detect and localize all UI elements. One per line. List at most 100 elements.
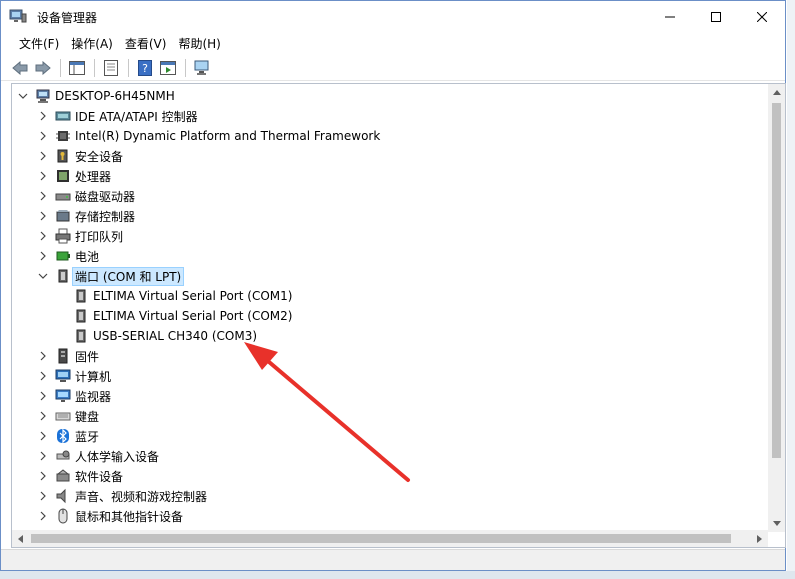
device-label: ELTIMA Virtual Serial Port (COM1) [93,289,293,303]
tree-category-label: 固件 [75,349,100,364]
tree-category-item[interactable]: 人体学输入设备 [37,446,159,466]
device-tree[interactable]: DESKTOP-6H45NMH IDE ATA/ATAPI 控制器 Intel(R… [11,83,786,548]
vertical-scrollbar[interactable] [768,84,785,532]
tree-category-item[interactable]: Intel(R) Dynamic Platform and Thermal Fr… [37,126,380,146]
expand-chevron-icon[interactable] [37,146,49,166]
device-label: USB-SERIAL CH340 (COM3) [93,329,258,343]
battery-icon [55,248,71,264]
tree-device-item[interactable]: USB-SERIAL CH340 (COM3) [73,326,257,346]
scroll-right-arrow-icon[interactable] [751,530,768,547]
security-device-icon [55,148,71,164]
software-device-icon [55,468,71,484]
desktop-background-right [787,0,795,579]
sound-icon [55,488,71,504]
device-manager-window: 设备管理器 文件(F) 操作(A) 查看(V) 帮助(H) ? DESKTOP-… [0,0,786,571]
tree-category-item[interactable]: 蓝牙 [37,426,99,446]
tree-device-item[interactable]: ELTIMA Virtual Serial Port (COM2) [73,306,292,326]
monitor-icon [55,388,71,404]
collapse-chevron-icon[interactable] [17,86,29,106]
properties-button[interactable] [100,57,122,79]
tree-category-label: 软件设备 [75,469,124,484]
tree-category-item[interactable]: 存储控制器 [37,206,135,226]
scan-hardware-button[interactable] [191,57,213,79]
toolbar-separator [128,58,129,77]
tree-category-item[interactable]: 处理器 [37,166,111,186]
back-button[interactable] [9,57,31,79]
keyboard-icon [55,408,71,424]
expand-chevron-icon[interactable] [37,446,49,466]
tree-category-item[interactable]: 固件 [37,346,99,366]
expand-chevron-icon[interactable] [37,346,49,366]
tree-category-item[interactable]: 磁盘驱动器 [37,186,135,206]
tree-category-item[interactable]: 监视器 [37,386,111,406]
title-bar[interactable]: 设备管理器 [1,1,785,32]
expand-chevron-icon[interactable] [37,506,49,526]
menu-help[interactable]: 帮助(H) [172,33,226,54]
tree-category-label: 监视器 [75,389,112,404]
expand-chevron-icon[interactable] [37,226,49,246]
tree-category-item[interactable]: 声音、视频和游戏控制器 [37,486,207,506]
device-label: ELTIMA Virtual Serial Port (COM2) [93,309,293,323]
maximize-button[interactable] [693,1,739,32]
tree-category-item[interactable]: 键盘 [37,406,99,426]
scroll-left-arrow-icon[interactable] [12,530,29,547]
tree-category-item[interactable]: 安全设备 [37,146,123,166]
tree-category-item[interactable]: 电池 [37,246,99,266]
expand-chevron-icon[interactable] [37,126,49,146]
device-manager-app-icon [9,9,27,23]
tree-root[interactable]: DESKTOP-6H45NMH [17,86,175,106]
scroll-up-arrow-icon[interactable] [768,84,785,101]
expand-chevron-icon[interactable] [37,486,49,506]
run-icon [160,60,176,75]
help-button[interactable]: ? [134,57,156,79]
expand-chevron-icon[interactable] [37,386,49,406]
serial-port-icon [73,288,89,304]
tree-category-label: 处理器 [75,169,112,184]
expand-chevron-icon[interactable] [37,406,49,426]
expand-chevron-icon[interactable] [37,366,49,386]
status-bar [1,549,785,570]
port-icon [55,268,71,284]
menu-action[interactable]: 操作(A) [65,33,119,54]
computer-icon [35,88,51,104]
tree-category-item[interactable]: 打印队列 [37,226,123,246]
show-hide-tree-button[interactable] [66,57,88,79]
tree-category-label: IDE ATA/ATAPI 控制器 [75,109,198,124]
help-icon: ? [138,59,152,76]
menu-view[interactable]: 查看(V) [119,33,173,54]
scroll-down-arrow-icon[interactable] [768,515,785,532]
vertical-scroll-thumb[interactable] [772,103,781,458]
taskbar-strip [0,571,795,579]
tree-category-item[interactable]: IDE ATA/ATAPI 控制器 [37,106,198,126]
maximize-icon [711,11,721,22]
tree-category-label: 声音、视频和游戏控制器 [75,489,208,504]
minimize-button[interactable] [647,1,693,32]
tree-category-label: 存储控制器 [75,209,136,224]
expand-chevron-icon[interactable] [37,426,49,446]
expand-chevron-icon[interactable] [37,206,49,226]
toolbar: ? [1,55,785,81]
tree-category-item[interactable]: 计算机 [37,366,111,386]
forward-icon [35,60,51,75]
expand-chevron-icon[interactable] [37,106,49,126]
collapse-chevron-icon[interactable] [37,266,49,286]
serial-port-icon [73,308,89,324]
tree-category-label: 人体学输入设备 [75,449,160,464]
tree-category-item[interactable]: 端口 (COM 和 LPT) [37,266,185,286]
horizontal-scrollbar[interactable] [12,530,768,547]
tree-category-item[interactable]: 鼠标和其他指针设备 [37,506,183,526]
tree-category-item[interactable]: 软件设备 [37,466,123,486]
scan-hardware-icon [194,60,209,75]
close-button[interactable] [739,1,785,32]
menu-file[interactable]: 文件(F) [13,33,65,54]
hid-icon [55,448,71,464]
horizontal-scroll-thumb[interactable] [31,534,731,543]
expand-chevron-icon[interactable] [37,166,49,186]
expand-chevron-icon[interactable] [37,246,49,266]
tree-device-item[interactable]: ELTIMA Virtual Serial Port (COM1) [73,286,292,306]
forward-button[interactable] [32,57,54,79]
expand-chevron-icon[interactable] [37,466,49,486]
expand-chevron-icon[interactable] [37,186,49,206]
bluetooth-icon [55,428,71,444]
run-button[interactable] [157,57,179,79]
